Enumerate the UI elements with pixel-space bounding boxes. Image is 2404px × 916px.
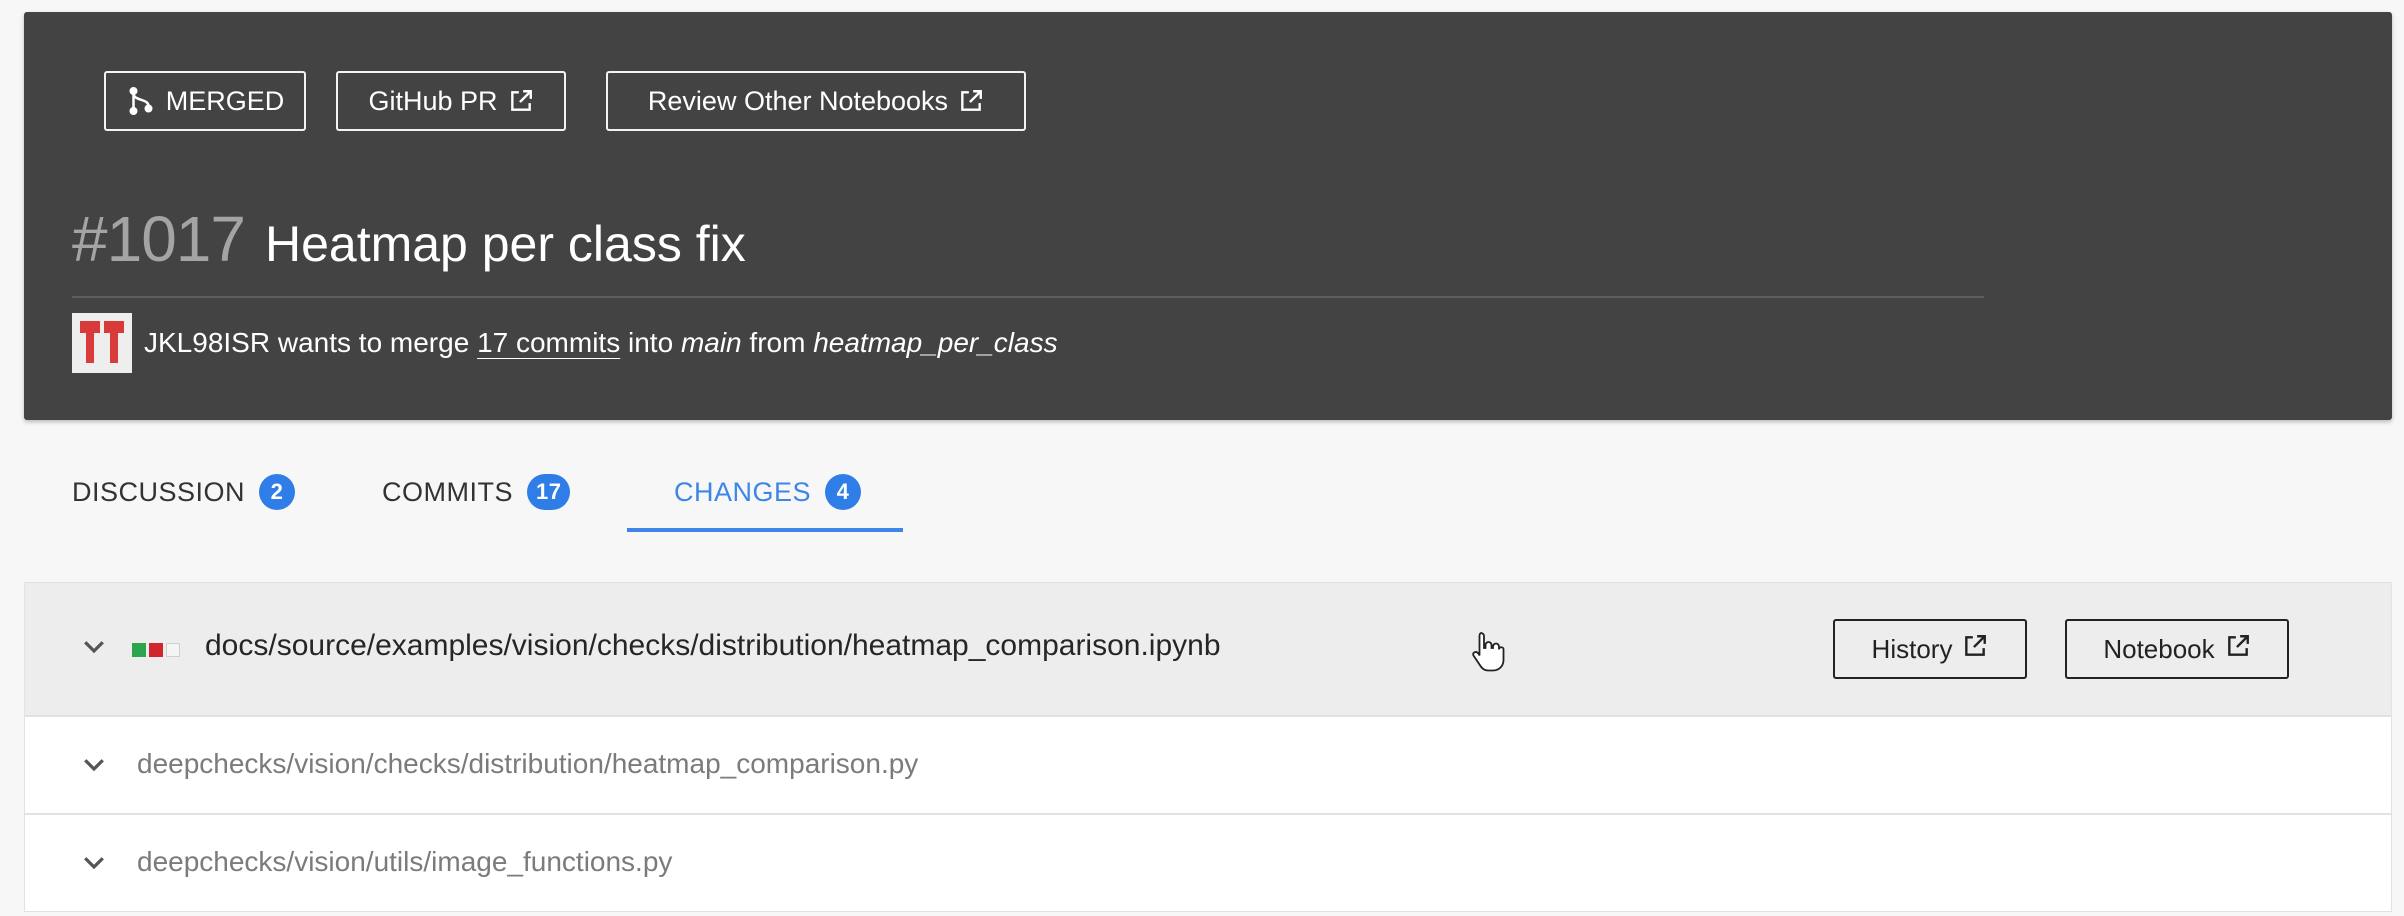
tab-commits-count: 17 <box>527 474 571 510</box>
chevron-down-icon[interactable] <box>79 749 109 784</box>
merged-status-label: MERGED <box>165 85 285 116</box>
pr-meta-text: JKL98ISR wants to merge 17 commits into … <box>144 327 1058 359</box>
notebook-label: Notebook <box>2103 633 2215 664</box>
tab-changes[interactable]: CHANGES 4 <box>674 448 862 536</box>
chevron-down-icon[interactable] <box>79 631 109 666</box>
tab-commits-label: COMMITS <box>382 476 513 507</box>
header-divider <box>72 296 1984 298</box>
meta-from: from <box>749 327 806 358</box>
diff-removed-square <box>149 643 163 657</box>
changed-files-list: docs/source/examples/vision/checks/distr… <box>24 582 2392 912</box>
external-link-icon <box>1962 633 1988 666</box>
file-path[interactable]: docs/source/examples/vision/checks/distr… <box>205 629 1221 663</box>
review-other-notebooks-label: Review Other Notebooks <box>647 85 949 116</box>
merged-status-button[interactable]: MERGED <box>104 71 306 131</box>
source-branch: heatmap_per_class <box>813 327 1058 358</box>
file-path[interactable]: deepchecks/vision/checks/distribution/he… <box>137 748 918 780</box>
external-link-icon <box>2225 633 2251 666</box>
meta-into: into <box>628 327 674 358</box>
tab-changes-label: CHANGES <box>674 476 812 507</box>
pr-tabs: DISCUSSION 2 COMMITS 17 CHANGES 4 <box>24 448 1024 536</box>
file-path[interactable]: deepchecks/vision/utils/image_functions.… <box>137 846 672 878</box>
meta-wants-to-merge: wants to merge <box>277 327 470 358</box>
tab-discussion-label: DISCUSSION <box>72 476 246 507</box>
external-link-icon <box>508 88 534 114</box>
avatar[interactable] <box>72 313 132 373</box>
file-row[interactable]: deepchecks/vision/utils/image_functions.… <box>24 814 2392 912</box>
tab-changes-count: 4 <box>825 474 862 510</box>
github-pr-label: GitHub PR <box>368 85 498 116</box>
pointer-cursor-icon <box>1469 630 1505 677</box>
chevron-down-icon[interactable] <box>79 847 109 882</box>
diff-stat-squares <box>132 643 180 657</box>
review-other-notebooks-button[interactable]: Review Other Notebooks <box>606 71 1026 131</box>
tab-commits[interactable]: COMMITS 17 <box>382 448 571 536</box>
active-tab-indicator <box>627 528 903 532</box>
pr-header: MERGED GitHub PR Review Other Notebooks … <box>24 12 2392 420</box>
external-link-icon <box>958 88 984 114</box>
pr-title: Heatmap per class fix <box>264 216 746 272</box>
diff-added-square <box>132 643 146 657</box>
file-row[interactable]: deepchecks/vision/checks/distribution/he… <box>24 716 2392 814</box>
pr-title-row: #1017 Heatmap per class fix <box>72 202 746 276</box>
commits-link[interactable]: 17 commits <box>477 327 620 358</box>
github-pr-button[interactable]: GitHub PR <box>336 71 566 131</box>
merge-icon <box>126 86 156 116</box>
file-row-expanded[interactable]: docs/source/examples/vision/checks/distr… <box>24 582 2392 716</box>
history-button[interactable]: History <box>1833 619 2027 679</box>
notebook-button[interactable]: Notebook <box>2065 619 2289 679</box>
diff-neutral-square <box>166 643 180 657</box>
pr-number: #1017 <box>72 203 246 275</box>
history-label: History <box>1871 633 1953 664</box>
target-branch: main <box>680 327 742 358</box>
pr-meta: JKL98ISR wants to merge 17 commits into … <box>72 313 1058 373</box>
author-name[interactable]: JKL98ISR <box>144 327 270 358</box>
tab-discussion[interactable]: DISCUSSION 2 <box>72 448 296 536</box>
tab-discussion-count: 2 <box>259 474 296 510</box>
